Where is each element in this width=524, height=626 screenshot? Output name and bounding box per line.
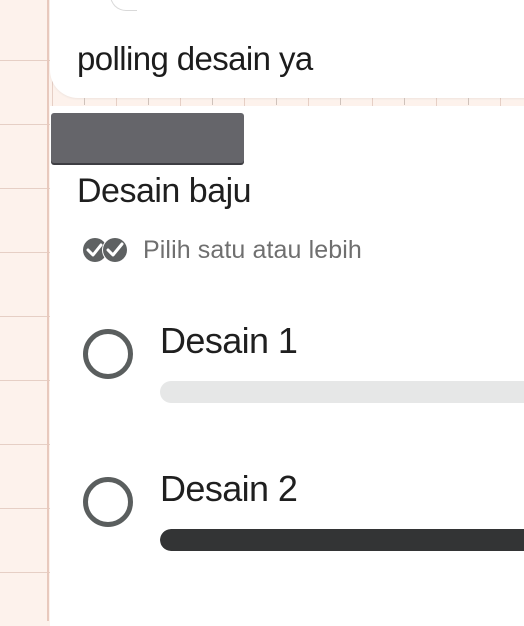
option-1-radio[interactable]	[83, 329, 133, 379]
quoted-reply-corner	[110, 0, 137, 11]
option-1-vote-bar	[160, 381, 524, 403]
option-2-vote-fill	[160, 529, 524, 551]
option-1-label[interactable]: Desain 1	[160, 320, 298, 362]
option-2-label[interactable]: Desain 2	[160, 468, 298, 510]
page-margin-line	[47, 0, 49, 621]
redacted-sender-name	[51, 113, 244, 163]
message-text: polling desain ya	[77, 40, 313, 77]
double-check-icon	[83, 237, 128, 263]
option-2-radio[interactable]	[83, 477, 133, 527]
paper-grid-ticks	[50, 98, 524, 106]
poll-hint: Pilih satu atau lebih	[143, 236, 362, 264]
option-2-vote-bar	[160, 529, 524, 551]
poll-question: Desain baju	[77, 172, 252, 210]
